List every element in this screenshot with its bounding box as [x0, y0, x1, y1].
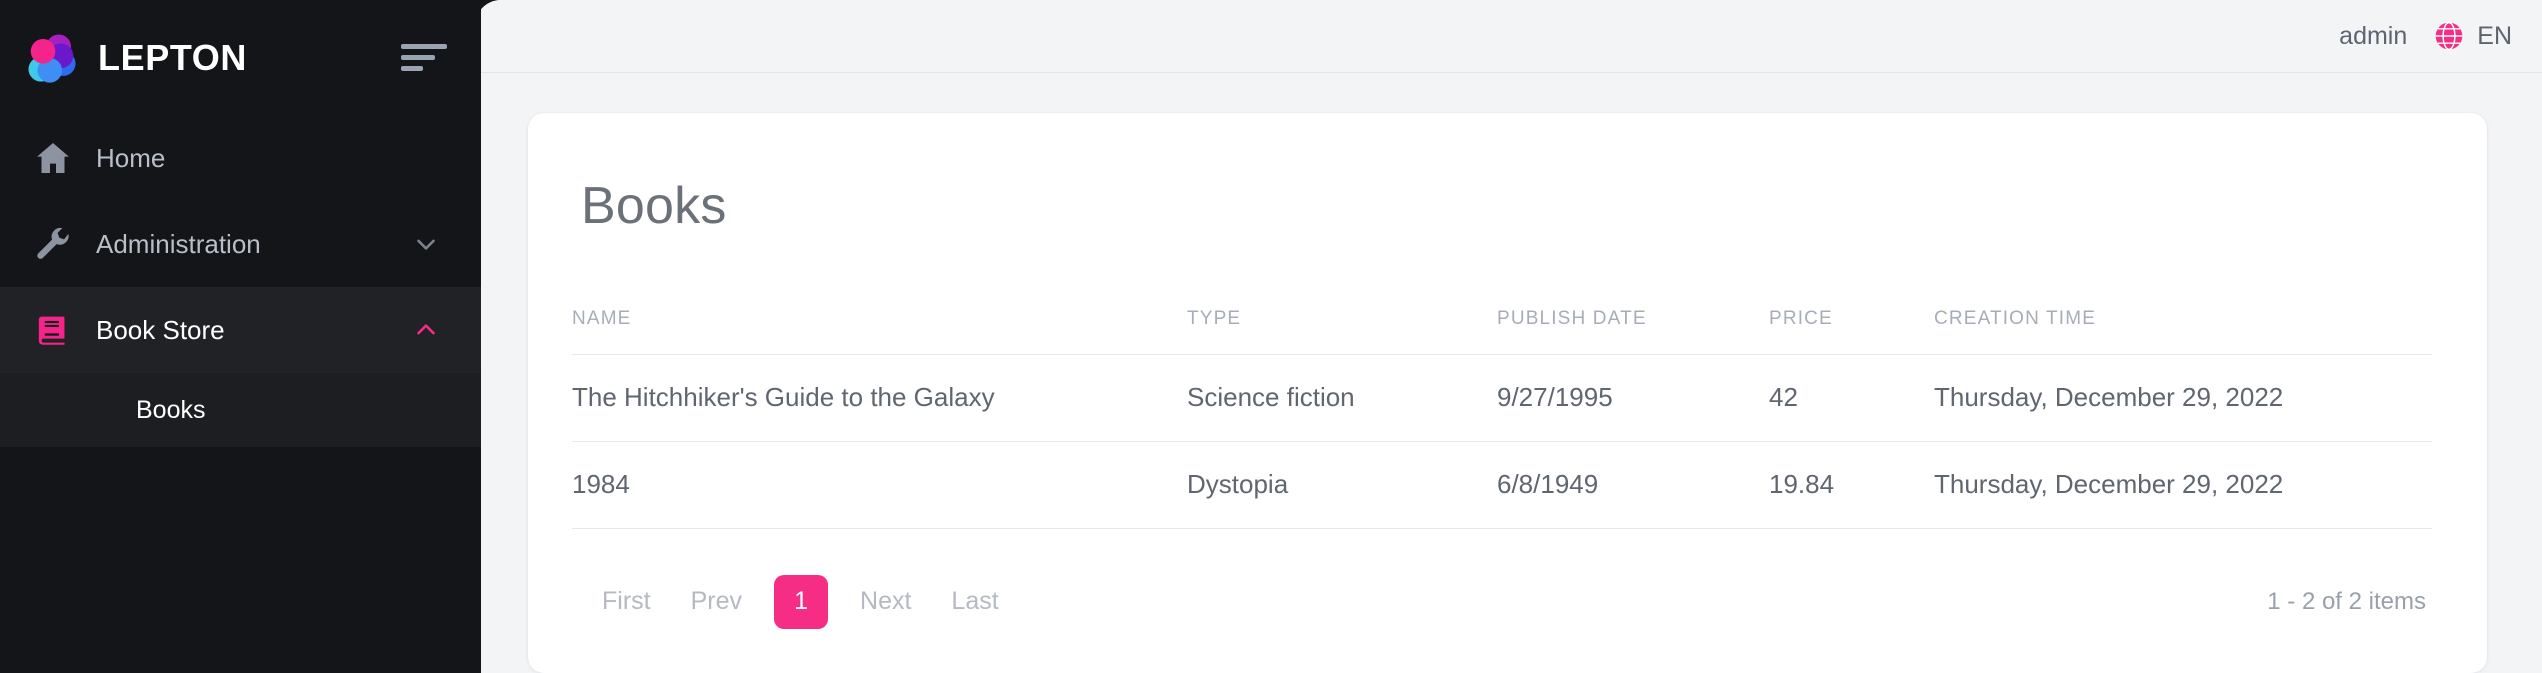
- lepton-pinwheel-logo-icon: [28, 33, 76, 83]
- cell-type: Dystopia: [1187, 441, 1497, 529]
- cell-type: Science fiction: [1187, 354, 1497, 442]
- globe-icon: [2435, 21, 2463, 51]
- books-table: NAME TYPE PUBLISH DATE PRICE CREATION TI…: [572, 307, 2432, 529]
- cell-publish-date: 9/27/1995: [1497, 354, 1769, 442]
- cell-name: 1984: [572, 441, 1187, 529]
- cell-creation-time: Thursday, December 29, 2022: [1934, 354, 2432, 442]
- sidebar-item-administration-label: Administration: [96, 228, 261, 259]
- cell-name: The Hitchhiker's Guide to the Galaxy: [572, 354, 1187, 442]
- pagination-next-button[interactable]: Next: [840, 581, 931, 622]
- sidebar-filler: [0, 447, 481, 673]
- column-header-name[interactable]: NAME: [572, 307, 1187, 355]
- column-header-creation-time[interactable]: CREATION TIME: [1934, 307, 2432, 355]
- main-area: admin EN Books NAME TYPE PUBLISH DATE PR…: [475, 0, 2542, 673]
- app-root: LEPTON Home Administration Book Store Bo…: [0, 0, 2542, 673]
- language-label: EN: [2477, 21, 2512, 50]
- cell-price: 42: [1769, 354, 1934, 442]
- column-header-type[interactable]: TYPE: [1187, 307, 1497, 355]
- book-icon: [32, 309, 74, 351]
- sidebar-item-home-label: Home: [96, 142, 166, 173]
- cell-creation-time: Thursday, December 29, 2022: [1934, 441, 2432, 529]
- brand-name: LEPTON: [98, 36, 247, 78]
- pagination: First Prev 1 Next Last 1 - 2 of 2 items: [572, 574, 2432, 629]
- table-head: NAME TYPE PUBLISH DATE PRICE CREATION TI…: [572, 307, 2432, 355]
- sidebar-nav: Home Administration Book Store Books: [0, 115, 481, 673]
- column-header-publish-date[interactable]: PUBLISH DATE: [1497, 307, 1769, 355]
- pagination-page-1[interactable]: 1: [774, 574, 829, 629]
- language-switcher[interactable]: EN: [2433, 20, 2512, 52]
- column-header-price[interactable]: PRICE: [1769, 307, 1934, 355]
- sidebar-item-books-label: Books: [136, 395, 206, 424]
- pagination-prev-button[interactable]: Prev: [671, 581, 762, 622]
- cell-publish-date: 6/8/1949: [1497, 441, 1769, 529]
- sidebar-item-books[interactable]: Books: [0, 373, 481, 447]
- wrench-icon: [32, 223, 74, 265]
- chevron-up-icon[interactable]: [409, 313, 443, 347]
- pagination-controls: First Prev 1 Next Last: [602, 574, 1019, 629]
- books-card: Books NAME TYPE PUBLISH DATE PRICE CREAT…: [528, 113, 2487, 673]
- pagination-summary: 1 - 2 of 2 items: [2267, 587, 2426, 615]
- pagination-first-button[interactable]: First: [602, 581, 671, 622]
- sidebar-item-book-store[interactable]: Book Store: [0, 287, 481, 373]
- topbar: admin EN: [475, 0, 2542, 73]
- table-row[interactable]: 1984 Dystopia 6/8/1949 19.84 Thursday, D…: [572, 441, 2432, 529]
- sidebar-header: LEPTON: [0, 0, 481, 115]
- sidebar-item-book-store-label: Book Store: [96, 314, 225, 345]
- hamburger-menu-icon[interactable]: [401, 38, 447, 78]
- pagination-last-button[interactable]: Last: [931, 581, 1018, 622]
- chevron-down-icon[interactable]: [409, 227, 443, 261]
- cell-price: 19.84: [1769, 441, 1934, 529]
- page-title: Books: [581, 177, 727, 235]
- topbar-user-menu[interactable]: admin: [2339, 22, 2407, 51]
- table-header-row: NAME TYPE PUBLISH DATE PRICE CREATION TI…: [572, 307, 2432, 355]
- sidebar: LEPTON Home Administration Book Store Bo…: [0, 0, 481, 673]
- table-body: The Hitchhiker's Guide to the Galaxy Sci…: [572, 354, 2432, 529]
- brand[interactable]: LEPTON: [24, 30, 401, 86]
- content-area: Books NAME TYPE PUBLISH DATE PRICE CREAT…: [475, 73, 2542, 673]
- table-row[interactable]: The Hitchhiker's Guide to the Galaxy Sci…: [572, 354, 2432, 442]
- home-icon: [32, 137, 74, 179]
- sidebar-item-home[interactable]: Home: [0, 115, 481, 201]
- books-table-wrapper: NAME TYPE PUBLISH DATE PRICE CREATION TI…: [572, 307, 2432, 529]
- sidebar-item-administration[interactable]: Administration: [0, 201, 481, 287]
